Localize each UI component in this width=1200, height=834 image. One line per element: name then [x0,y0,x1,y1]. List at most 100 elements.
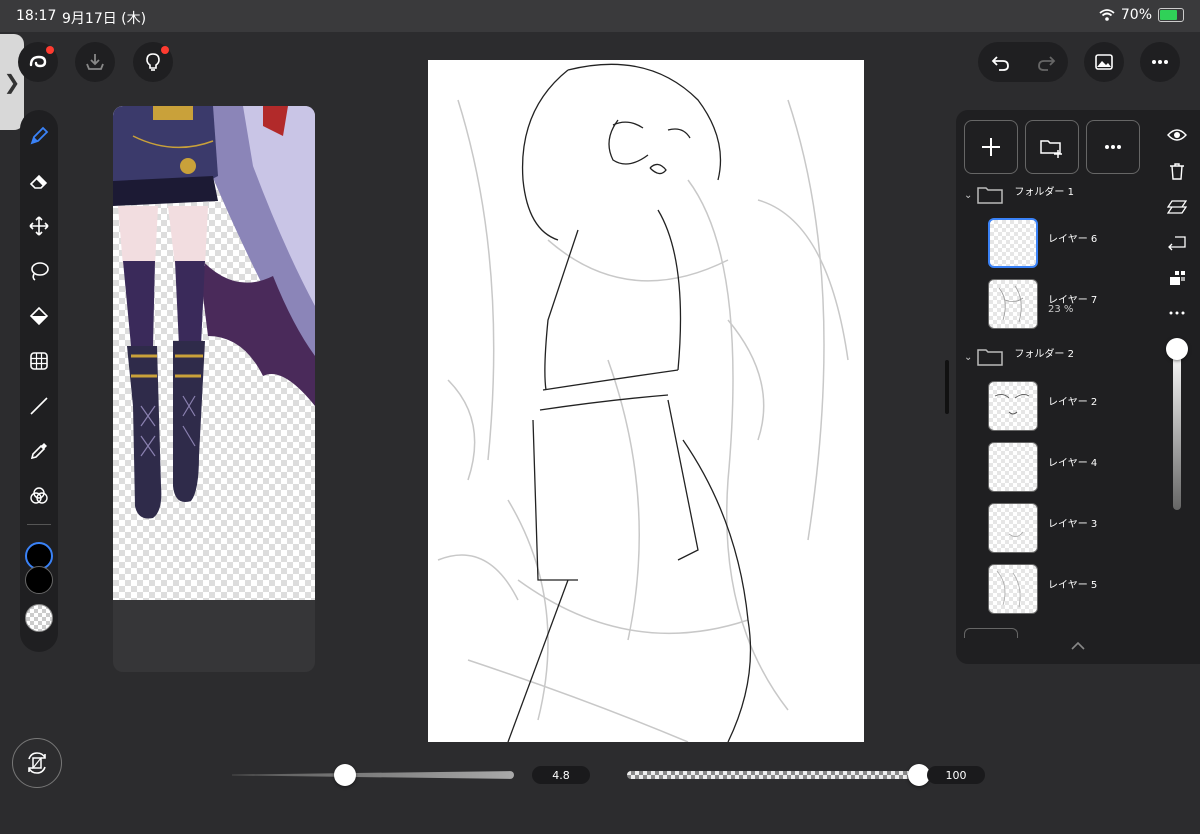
layer-name: レイヤー 5 [1048,580,1098,591]
undo-redo-group [978,42,1068,82]
eyedropper-tool[interactable] [20,435,58,467]
layer-thumbnail [988,564,1038,614]
status-date: 9月17日 (木) [62,11,147,27]
chevron-down-icon[interactable]: ⌄ [964,352,972,363]
trash-icon [1170,163,1184,180]
chevron-right-icon: ❯ [3,70,21,94]
transparent-color-swatch[interactable] [25,604,53,632]
blend-icon [30,487,48,504]
folder-name: フォルダー 2 [1014,348,1074,360]
visibility-icon [1167,129,1187,141]
battery-percent: 70% [1120,7,1152,23]
download-button[interactable] [75,42,115,82]
canvas-scroll-handle[interactable] [945,360,949,414]
secondary-color-swatch[interactable] [25,566,53,594]
notification-badge [161,46,169,54]
eraser-icon [29,174,48,189]
brush-opacity-slider[interactable] [627,771,919,779]
expand-sidebar-tab[interactable]: ❯ [0,34,24,130]
layer-row[interactable]: レイヤー 2 [986,379,1156,435]
move-icon [29,216,49,236]
folder-name: フォルダー 1 [1014,186,1074,198]
canvas-sketch [437,63,849,742]
folder-row[interactable]: ⌄ フォルダー 2 [956,344,1156,370]
chevron-up-icon [1071,641,1085,650]
move-layer-button[interactable] [1164,230,1190,256]
status-right: 70% [1099,7,1184,23]
add-layer-button[interactable] [964,120,1018,174]
visibility-button[interactable] [1164,122,1190,148]
gallery-button[interactable] [1084,42,1124,82]
add-folder-icon [1040,140,1062,158]
reference-image [113,106,315,600]
collapse-panel-button[interactable] [1068,638,1088,654]
more-menu-button[interactable] [1140,42,1180,82]
layer-name: レイヤー 6 [1048,234,1098,245]
download-icon [86,54,104,70]
wifi-icon [1099,9,1115,21]
folder-icon [977,349,1004,366]
alpha-lock-icon [1170,271,1185,285]
layer-opacity-knob[interactable] [1166,338,1188,360]
drawing-canvas[interactable] [428,60,864,742]
folder-row[interactable]: ⌄ フォルダー 1 [956,182,1156,208]
add-folder-button[interactable] [1025,120,1079,174]
app-menu-button[interactable] [18,42,58,82]
layer-row[interactable]: レイヤー 4 [986,440,1156,496]
layer-thumbnail [988,442,1038,492]
layer-more-button[interactable] [1164,300,1190,326]
brush-size-slider[interactable] [232,771,514,779]
fill-tool[interactable] [20,300,58,332]
tips-button[interactable] [133,42,173,82]
canvas-rotate-button[interactable] [12,738,62,788]
layer-row-partial [964,628,1018,638]
chevron-down-icon[interactable]: ⌄ [964,190,972,201]
grid-icon [30,352,48,370]
brush-size-knob[interactable] [333,764,356,786]
add-layer-icon [982,138,1000,156]
merge-layer-button[interactable] [1164,194,1190,220]
eraser-tool[interactable] [20,165,58,197]
layer-row[interactable]: レイヤー 5 [986,562,1156,618]
grid-tool[interactable] [20,345,58,377]
reference-illustration [113,106,315,519]
reference-panel[interactable] [113,106,315,672]
undo-icon[interactable] [990,51,1012,73]
move-tool[interactable] [20,210,58,242]
layer-opacity-slider[interactable] [1173,346,1181,510]
more-icon [1105,145,1121,149]
line-icon [30,397,48,415]
toolbar-divider [27,524,51,525]
line-tool[interactable] [20,390,58,422]
layer-row[interactable]: レイヤー 7 23 % [986,277,1156,333]
blend-tool[interactable] [20,480,58,512]
merge-icon [1167,200,1187,214]
lightbulb-icon [146,53,160,71]
redo-icon[interactable] [1035,51,1057,73]
layer-thumbnail [988,381,1038,431]
more-icon [1152,60,1168,64]
alpha-lock-button[interactable] [1164,265,1190,291]
lasso-tool[interactable] [20,255,58,287]
battery-fill [1160,10,1177,20]
layer-options-button[interactable] [1086,120,1140,174]
fill-icon [29,306,49,326]
pen-tool[interactable] [20,120,58,152]
delete-layer-button[interactable] [1164,158,1190,184]
layer-name: レイヤー 2 [1048,397,1098,408]
status-time: 18:17 [16,8,57,24]
tool-bar [20,110,58,652]
more-icon [1169,311,1185,315]
layer-opacity: 23 % [1048,304,1074,315]
lasso-icon [31,262,49,281]
layer-name: レイヤー 4 [1048,458,1098,469]
app-logo-icon [29,55,47,68]
layer-row[interactable]: レイヤー 6 [986,216,1156,272]
rotate-canvas-icon [28,752,46,774]
layer-row[interactable]: レイヤー 3 [986,501,1156,557]
layer-thumbnail [988,218,1038,268]
layer-thumbnail [988,279,1038,329]
eyedropper-icon [30,443,47,460]
brush-size-value[interactable]: 4.8 [532,766,590,784]
brush-opacity-value[interactable]: 100 [927,766,985,784]
